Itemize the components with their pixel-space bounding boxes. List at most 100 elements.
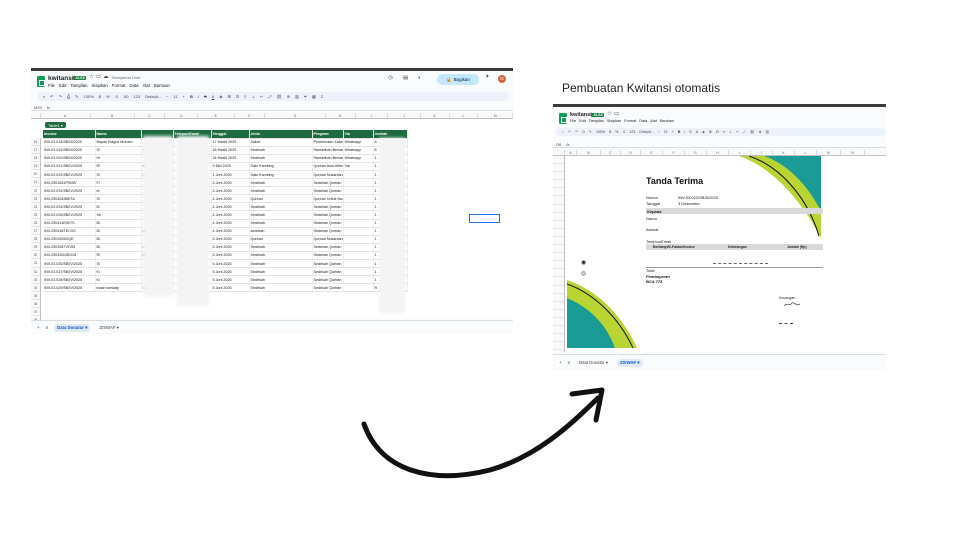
col-i[interactable]: I	[356, 113, 389, 118]
row-number-cell[interactable]	[553, 172, 564, 181]
col-i[interactable]: I	[729, 150, 751, 155]
row-number[interactable]: 32	[31, 268, 40, 276]
row-number[interactable]: 35	[31, 292, 40, 300]
comment-icon[interactable]: ▤	[403, 75, 408, 81]
header-invoice[interactable]: Invoice	[43, 130, 96, 139]
search-icon[interactable]: ⌕	[562, 130, 564, 134]
cell-via[interactable]	[343, 170, 374, 180]
sheets-app-icon[interactable]	[559, 113, 567, 124]
table-name-badge[interactable]: Table1 ▾	[45, 122, 66, 128]
cell-program[interactable]: Qurban Nusantara	[312, 170, 344, 180]
cell-invoice[interactable]: INV-2503255GQE	[43, 235, 96, 244]
cell-program[interactable]: Sedekah Qurban	[312, 178, 344, 188]
wrap-icon[interactable]: ↵	[736, 130, 739, 134]
cell-jenis[interactable]: Sedekah	[249, 283, 313, 293]
cell-tanggal[interactable]: 5 Juni 2025	[211, 267, 250, 277]
name-box[interactable]: O6	[556, 142, 561, 147]
cell-jenis[interactable]: Sedekah	[249, 275, 313, 285]
cell-jenis[interactable]: Sedekah	[249, 210, 313, 220]
cell-via[interactable]	[343, 251, 374, 261]
cell-program[interactable]: Sedekah Qurban	[312, 243, 344, 252]
cell-tanggal[interactable]: 3 Juni 2025	[211, 178, 250, 188]
wrap-icon[interactable]: ↵	[260, 94, 263, 99]
menu-edit[interactable]: Edit	[579, 119, 586, 123]
text-color-icon[interactable]: A	[696, 130, 698, 134]
cell-nama[interactable]: M	[95, 202, 142, 212]
cell-tanggal[interactable]: 4 Juni 2025	[211, 210, 250, 220]
row-number[interactable]: 26	[31, 219, 40, 228]
col-e[interactable]: E	[198, 113, 235, 118]
row-number[interactable]: 17	[31, 146, 40, 155]
cell-tanggal[interactable]: 4 Juni 2025	[211, 219, 250, 228]
font-select[interactable]: Default...	[145, 94, 161, 99]
cell-jenis[interactable]: Zakat	[249, 138, 313, 147]
menu-view[interactable]: Tampilan	[589, 119, 604, 123]
row-number[interactable]: 33	[31, 276, 40, 284]
cell-invoice[interactable]: INV-250411EHEYL	[43, 219, 96, 228]
row-number-cell[interactable]	[553, 237, 564, 246]
cell-jenis[interactable]: Sedekah	[249, 259, 313, 269]
cell-jenis[interactable]: Sedekah	[249, 202, 313, 212]
col-j[interactable]: J	[388, 113, 421, 118]
row-number-cell[interactable]	[553, 180, 564, 189]
cell-tanggal[interactable]: 9 Mei 2025	[211, 162, 250, 171]
cell-invoice[interactable]: INV-250430LBDCM	[43, 251, 96, 261]
row-number[interactable]: 28	[31, 235, 40, 244]
cell-nama[interactable]: Bi	[95, 243, 142, 252]
cell-program[interactable]: Sedekah Qurban	[312, 283, 344, 293]
col-g[interactable]: G	[685, 150, 707, 155]
row-number[interactable]: 30	[31, 251, 40, 260]
cell-program[interactable]: Qurban Asia Afrika	[312, 162, 344, 171]
undo-icon[interactable]: ↶	[568, 130, 571, 134]
document-title[interactable]: kwitansi	[48, 75, 74, 82]
col-k[interactable]: K	[773, 150, 795, 155]
cell-nama[interactable]: Si	[95, 170, 142, 180]
font-size-plus-icon[interactable]: +	[672, 130, 674, 134]
cell-via[interactable]	[343, 275, 374, 285]
col-c[interactable]: C	[135, 113, 166, 118]
row-number-cell[interactable]	[553, 196, 564, 205]
row-number-cell[interactable]	[553, 302, 564, 310]
col-g[interactable]: G	[265, 113, 326, 118]
cell-nama[interactable]: Di	[95, 227, 142, 236]
cell-jenis[interactable]: Sedekah	[249, 154, 313, 163]
cell-program[interactable]: Sedekah Qurban	[312, 202, 344, 212]
borders-icon[interactable]: ⊞	[227, 94, 230, 99]
row-number-cell[interactable]	[553, 261, 564, 270]
cell-invoice[interactable]: INV-03.024/SB/IV/2025	[43, 202, 96, 212]
header-program[interactable]: Program	[312, 130, 344, 139]
col-f[interactable]: F	[663, 150, 685, 155]
cell-tanggal[interactable]: 5 Juni 2025	[211, 243, 250, 252]
header-jumlah[interactable]: Jumlah	[373, 130, 408, 139]
cell-via[interactable]: Whatsapp	[343, 146, 374, 155]
cell-tanggal[interactable]: 5 Juni 2025	[211, 235, 250, 244]
cell-invoice[interactable]: INV-2503267VDS5	[43, 243, 96, 252]
selected-cell[interactable]	[469, 214, 500, 223]
star-icon[interactable]: ☆	[607, 111, 612, 117]
cell-nama[interactable]: Ri	[95, 162, 142, 171]
menu-tools[interactable]: Alat	[650, 119, 657, 123]
print-icon[interactable]: ⎙	[67, 94, 70, 99]
cell-via[interactable]	[343, 210, 374, 220]
document-title[interactable]: kwitansi	[570, 112, 592, 118]
row-number[interactable]: 24	[31, 203, 40, 211]
cell-via[interactable]	[343, 227, 374, 236]
meet-icon[interactable]: ◐	[418, 75, 421, 81]
row-number-cell[interactable]	[553, 342, 564, 351]
link-icon[interactable]: ⛓	[750, 130, 755, 134]
cell-program[interactable]: Sedekah Qurban	[312, 267, 344, 277]
menu-help[interactable]: Bantuan	[660, 119, 674, 123]
merge-icon[interactable]: ⊟	[236, 94, 239, 99]
row-number[interactable]: 27	[31, 227, 40, 236]
cell-via[interactable]	[343, 267, 374, 277]
bold-icon[interactable]: B	[678, 130, 681, 134]
zoom-select[interactable]: 100%	[596, 130, 605, 134]
bold-icon[interactable]: B	[190, 94, 193, 99]
cell-nama[interactable]: Fi	[95, 178, 142, 188]
redo-icon[interactable]: ↷	[59, 94, 62, 99]
tab-ziswaf[interactable]: ZISWAF ▾	[96, 324, 121, 332]
tab-data-donatur[interactable]: Data Donatur ▾	[576, 359, 611, 367]
rotate-icon[interactable]: ⤢	[743, 130, 746, 134]
number-format-icon[interactable]: 123	[133, 94, 140, 99]
row-number-cell[interactable]	[553, 205, 564, 213]
